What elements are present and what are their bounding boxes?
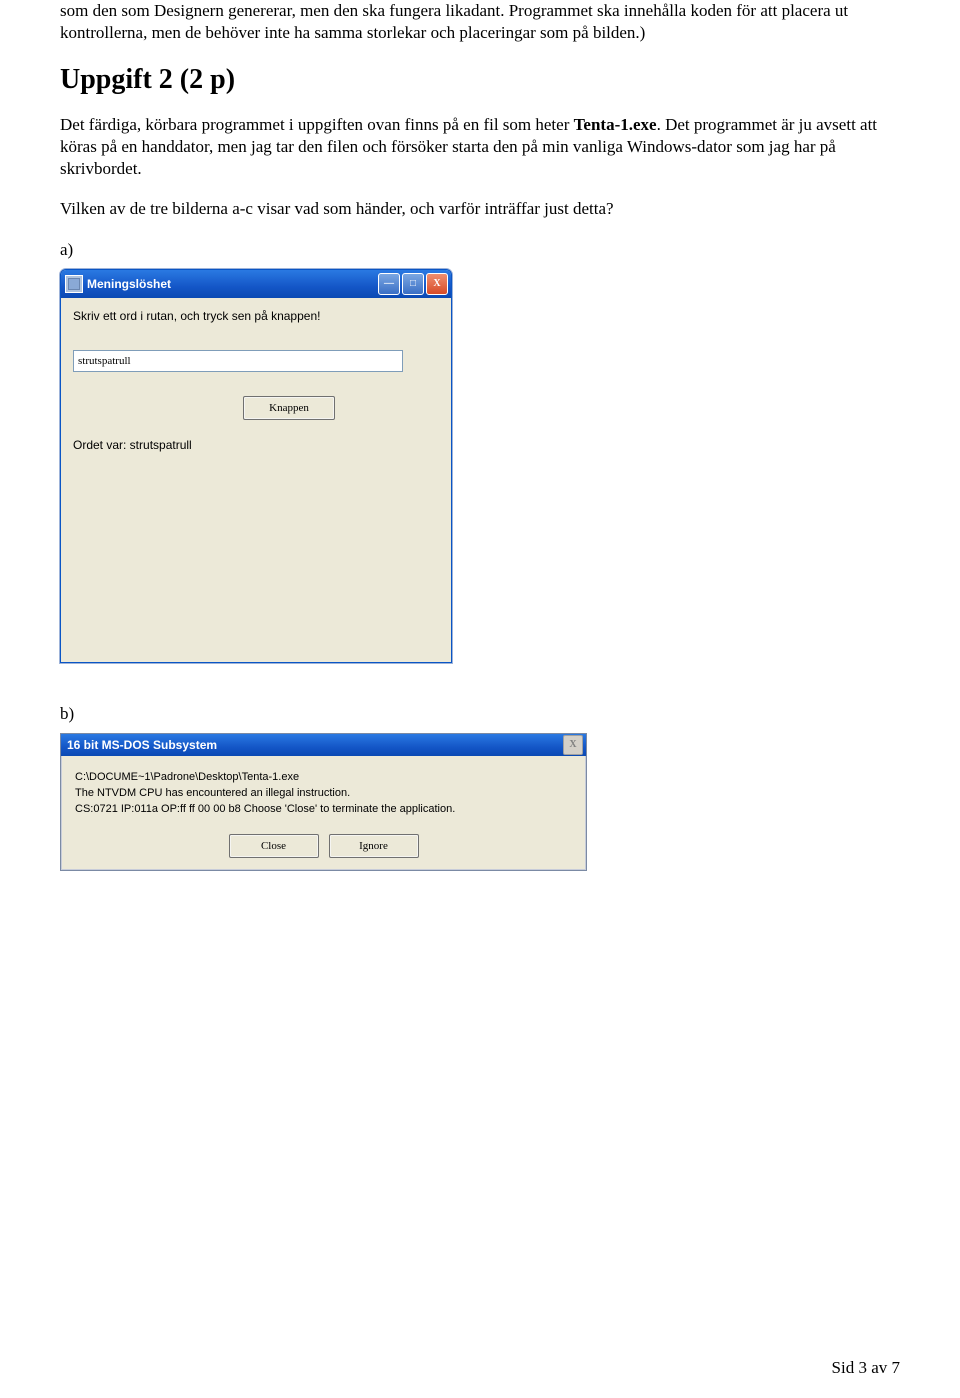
minimize-button[interactable]: — — [378, 273, 400, 295]
close-button[interactable]: X — [426, 273, 448, 295]
dos-titlebar: 16 bit MS-DOS Subsystem X — [61, 734, 586, 756]
word-input[interactable] — [73, 350, 403, 372]
heading-uppgift-2: Uppgift 2 (2 p) — [60, 64, 900, 96]
dos-message: C:\DOCUME~1\Padrone\Desktop\Tenta-1.exe … — [75, 770, 572, 818]
intro-paragraph: som den som Designern genererar, men den… — [60, 0, 900, 44]
dos-dialog: 16 bit MS-DOS Subsystem X C:\DOCUME~1\Pa… — [60, 733, 587, 871]
xp-titlebar: Meningslöshet — □ X — [61, 270, 451, 298]
knappen-button[interactable]: Knappen — [243, 396, 335, 420]
window-controls: — □ X — [378, 273, 448, 295]
result-label: Ordet var: strutspatrull — [73, 438, 439, 452]
xp-title-text: Meningslöshet — [87, 277, 378, 291]
dos-title-text: 16 bit MS-DOS Subsystem — [67, 738, 563, 752]
option-a-label: a) — [60, 239, 900, 261]
dos-line2: The NTVDM CPU has encountered an illegal… — [75, 786, 572, 802]
maximize-button[interactable]: □ — [402, 273, 424, 295]
dos-body: C:\DOCUME~1\Padrone\Desktop\Tenta-1.exe … — [61, 756, 586, 870]
option-b-label: b) — [60, 703, 900, 725]
dos-line3: CS:0721 IP:011a OP:ff ff 00 00 b8 Choose… — [75, 802, 572, 818]
dos-ignore-button[interactable]: Ignore — [329, 834, 419, 858]
dos-line1: C:\DOCUME~1\Padrone\Desktop\Tenta-1.exe — [75, 770, 572, 786]
xp-client-area: Skriv ett ord i rutan, och tryck sen på … — [61, 298, 451, 662]
dos-button-row: Close Ignore — [75, 834, 572, 858]
app-icon — [65, 275, 83, 293]
xp-app-window: Meningslöshet — □ X Skriv ett ord i ruta… — [60, 269, 452, 663]
filename-bold: Tenta-1.exe — [574, 115, 657, 134]
paragraph-2: Det färdiga, körbara programmet i uppgif… — [60, 114, 900, 180]
dos-close-button[interactable]: X — [563, 735, 583, 755]
p2-part1: Det färdiga, körbara programmet i uppgif… — [60, 115, 574, 134]
instruction-label: Skriv ett ord i rutan, och tryck sen på … — [73, 308, 439, 324]
paragraph-3: Vilken av de tre bilderna a-c visar vad … — [60, 198, 900, 220]
dos-close-action-button[interactable]: Close — [229, 834, 319, 858]
page-footer: Sid 3 av 7 — [832, 1358, 900, 1378]
